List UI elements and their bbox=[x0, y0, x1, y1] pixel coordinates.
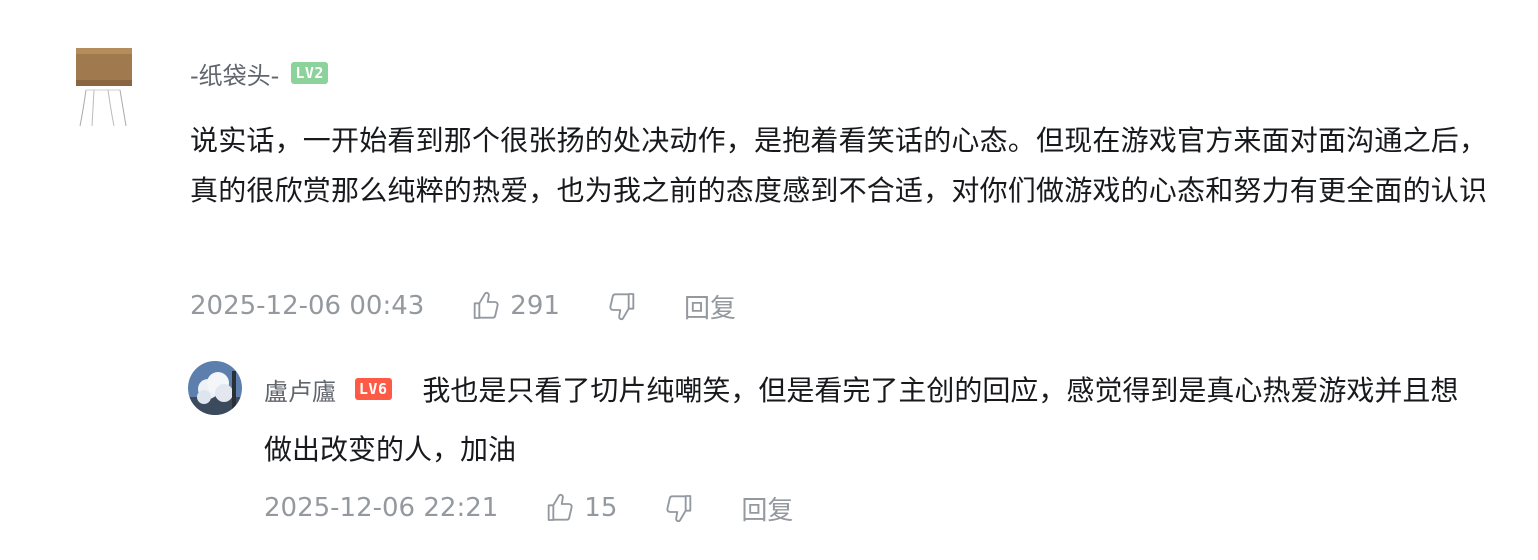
thumbs-down-icon bbox=[609, 293, 635, 321]
reply-item: 盧卢廬 LV6 我也是只看了切片纯嘲笑，但是看完了主创的回应，感觉得到是真心热爱… bbox=[264, 362, 1474, 479]
reply-username[interactable]: 盧卢廬 bbox=[264, 378, 336, 406]
reply-dislike-button[interactable] bbox=[663, 492, 695, 524]
like-button[interactable]: 291 bbox=[470, 290, 560, 322]
thumbs-up-icon bbox=[474, 291, 499, 319]
reply-button[interactable]: 回复 bbox=[684, 288, 736, 325]
reply-content: 我也是只看了切片纯嘲笑，但是看完了主创的回应，感觉得到是真心热爱游戏并且想做出改… bbox=[264, 374, 1459, 466]
thumbs-down-icon bbox=[666, 495, 692, 523]
cloud-avatar-image bbox=[188, 361, 242, 415]
comment-header: -纸袋头- LV2 bbox=[190, 56, 328, 90]
reply-avatar[interactable] bbox=[188, 361, 242, 415]
dislike-button[interactable] bbox=[606, 290, 638, 322]
avatar[interactable] bbox=[72, 46, 134, 128]
reply-like-count: 15 bbox=[584, 493, 618, 523]
username[interactable]: -纸袋头- bbox=[190, 56, 279, 91]
comment-content: 说实话，一开始看到那个很张扬的处决动作，是抱着看笑话的心态。但现在游戏官方来面对… bbox=[190, 124, 1488, 207]
like-count: 291 bbox=[510, 291, 560, 321]
reply-level-badge: LV6 bbox=[354, 378, 392, 400]
reply-reply-button[interactable]: 回复 bbox=[741, 490, 793, 527]
paper-bag-avatar-image bbox=[76, 48, 132, 127]
reply-like-button[interactable]: 15 bbox=[544, 492, 617, 524]
comment-timestamp: 2025-12-06 00:43 bbox=[190, 291, 425, 321]
reply-timestamp: 2025-12-06 22:21 bbox=[264, 493, 499, 523]
reply-meta: 2025-12-06 22:21 15 回复 bbox=[264, 488, 793, 528]
level-badge: LV2 bbox=[291, 62, 328, 84]
thumbs-up-icon bbox=[548, 493, 573, 521]
comment-meta: 2025-12-06 00:43 291 回复 bbox=[190, 286, 736, 326]
